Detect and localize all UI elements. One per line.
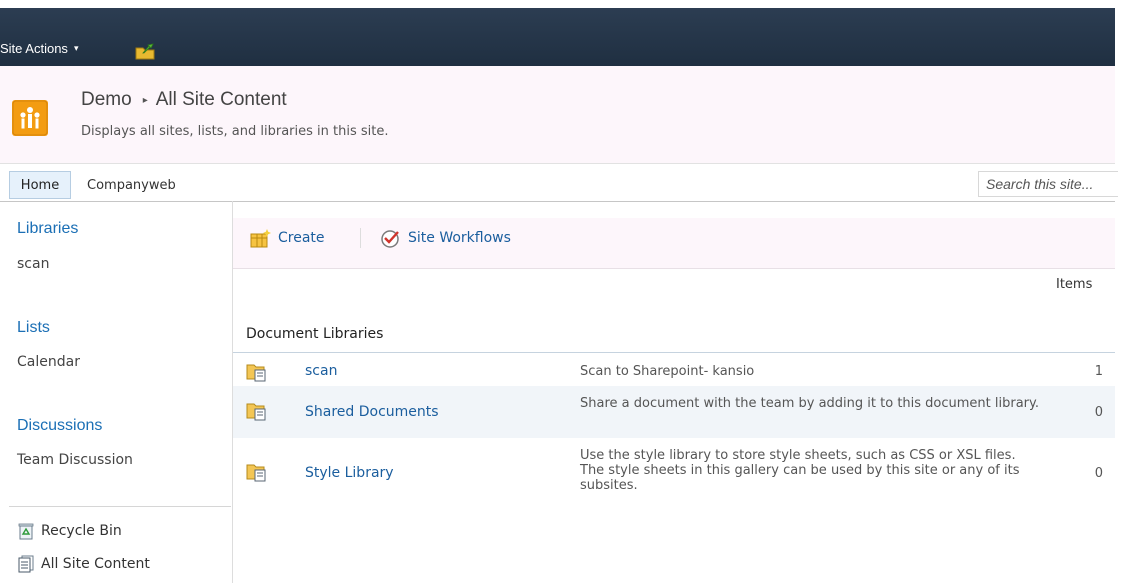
nav-heading-discussions[interactable]: Discussions bbox=[17, 417, 102, 435]
document-library-icon bbox=[246, 403, 266, 421]
library-description: Scan to Sharepoint- kansio bbox=[580, 364, 755, 379]
library-description: Share a document with the team by adding… bbox=[580, 396, 1039, 411]
library-link-scan[interactable]: scan bbox=[305, 363, 337, 379]
library-link-shared-documents[interactable]: Shared Documents bbox=[305, 404, 439, 420]
create-button[interactable]: Create bbox=[250, 227, 325, 249]
page-description: Displays all sites, lists, and libraries… bbox=[81, 124, 389, 139]
document-library-icon bbox=[246, 364, 266, 382]
nav-item-calendar[interactable]: Calendar bbox=[17, 354, 80, 370]
recycle-bin-icon bbox=[18, 523, 34, 540]
library-link-style-library[interactable]: Style Library bbox=[305, 465, 394, 481]
nav-item-scan[interactable]: scan bbox=[17, 256, 49, 272]
tab-companyweb[interactable]: Companyweb bbox=[87, 171, 176, 199]
content-toolbar bbox=[233, 218, 1115, 269]
create-icon bbox=[250, 229, 271, 248]
document-library-icon bbox=[246, 464, 266, 482]
top-strip bbox=[0, 0, 1123, 8]
chevron-down-icon: ▾ bbox=[73, 42, 79, 53]
recycle-bin-label: Recycle Bin bbox=[41, 523, 122, 539]
library-item-count: 1 bbox=[1094, 364, 1103, 379]
table-row: Shared Documents Share a document with t… bbox=[233, 386, 1115, 438]
ribbon-bar bbox=[0, 8, 1115, 66]
search-input[interactable] bbox=[978, 171, 1118, 197]
library-item-count: 0 bbox=[1094, 405, 1103, 420]
recycle-bin-link[interactable]: Recycle Bin bbox=[17, 522, 122, 540]
all-site-content-link[interactable]: All Site Content bbox=[17, 555, 150, 573]
items-column-header[interactable]: Items bbox=[1056, 277, 1092, 292]
breadcrumb-site-link[interactable]: Demo bbox=[81, 89, 132, 111]
nav-item-team-discussion[interactable]: Team Discussion bbox=[17, 452, 133, 468]
section-title-document-libraries: Document Libraries bbox=[246, 326, 384, 342]
toolbar-separator bbox=[360, 228, 361, 248]
all-site-content-icon bbox=[18, 555, 34, 573]
site-actions-label: Site Actions bbox=[0, 40, 68, 56]
workflow-icon bbox=[381, 230, 399, 248]
table-row: scan Scan to Sharepoint- kansio 1 bbox=[233, 354, 1115, 386]
section-divider bbox=[233, 352, 1115, 353]
site-actions-menu[interactable]: Site Actions ▾ bbox=[0, 38, 78, 58]
site-workflows-label: Site Workflows bbox=[408, 230, 511, 246]
nav-heading-libraries[interactable]: Libraries bbox=[17, 220, 78, 238]
site-logo-icon bbox=[12, 100, 48, 136]
tab-home[interactable]: Home bbox=[9, 171, 71, 199]
left-nav-separator bbox=[9, 506, 231, 507]
library-description: Use the style library to store style she… bbox=[580, 448, 1020, 493]
title-area bbox=[0, 66, 1115, 163]
site-workflows-button[interactable]: Site Workflows bbox=[380, 227, 511, 249]
nav-heading-lists[interactable]: Lists bbox=[17, 319, 50, 337]
breadcrumb-separator-icon: ▸ bbox=[142, 94, 148, 106]
breadcrumb: Demo ▸ All Site Content bbox=[81, 89, 287, 111]
navigate-up-icon[interactable] bbox=[134, 40, 158, 60]
library-item-count: 0 bbox=[1094, 466, 1103, 481]
create-label: Create bbox=[278, 230, 325, 246]
table-row: Style Library Use the style library to s… bbox=[233, 438, 1115, 506]
all-site-content-label: All Site Content bbox=[41, 556, 150, 572]
page-title: All Site Content bbox=[155, 89, 287, 110]
